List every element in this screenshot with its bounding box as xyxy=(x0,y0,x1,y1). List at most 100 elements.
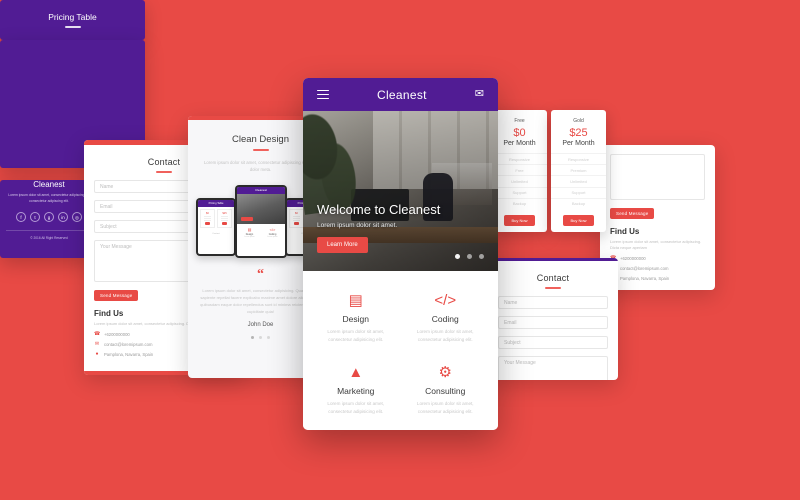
feature-item: Responsive xyxy=(492,153,547,164)
plan-price: $0 xyxy=(513,127,526,139)
feature-item: Responsive xyxy=(551,153,606,164)
feature-item: Premium xyxy=(551,164,606,175)
service-name: Consulting xyxy=(425,385,466,396)
app-title: Cleanest xyxy=(377,87,427,102)
panel-accent-bar xyxy=(488,258,618,261)
phone-center-label: Cleanest xyxy=(237,186,285,194)
hero-subheading: Lorem ipsum dolor sit amet. xyxy=(317,222,398,229)
plan-price: $25 xyxy=(569,127,588,139)
feature-item: Support xyxy=(551,186,606,198)
hero-slider-dots[interactable] xyxy=(455,254,484,259)
send-message-button[interactable]: Send Message xyxy=(610,208,655,219)
plan-features: Responsive Free Unlimited Support Backup xyxy=(492,153,547,209)
subject-field[interactable]: Subject xyxy=(498,336,608,349)
hamburger-icon[interactable] xyxy=(317,87,329,102)
feature-item: Backup xyxy=(492,197,547,209)
dot-3[interactable] xyxy=(267,336,270,340)
service-design: ▤ Design Lorem ipsum dolor sit amet, con… xyxy=(311,285,401,357)
service-coding: </> Coding Lorem ipsum dolor sit amet, c… xyxy=(401,285,491,357)
bar-chart-icon: ▲ xyxy=(348,363,364,381)
dot-1[interactable] xyxy=(251,336,254,340)
copyright: © 2016 All Right Reserved xyxy=(6,229,92,240)
footer-desc: Lorem ipsum dolor sit amet, consectetur … xyxy=(8,193,90,203)
phone-mockup-center: Cleanest ▤ Design Lorem ipsum </> Coding Lor… xyxy=(235,184,287,258)
name-field[interactable]: Name xyxy=(498,296,608,309)
find-us-title: Find Us xyxy=(610,227,640,236)
learn-more-button[interactable]: Learn More xyxy=(317,237,368,253)
send-message-button[interactable]: Send Message xyxy=(94,290,139,301)
title-underline xyxy=(252,149,269,151)
facebook-icon[interactable]: f xyxy=(16,211,26,222)
feature-item: Unlimited xyxy=(492,175,547,186)
service-name: Marketing xyxy=(337,385,375,396)
contact-panel-center: Contact Name Email Subject Your Message xyxy=(488,258,618,380)
instagram-icon[interactable]: ◎ xyxy=(72,211,82,222)
pricing-bar-title: Pricing Table xyxy=(48,12,97,22)
title-underline xyxy=(545,287,561,289)
email-value: contact@loremipsum.com xyxy=(620,265,669,271)
plan-label: Gold xyxy=(573,118,584,124)
app-header: Cleanest ✉ xyxy=(303,78,498,111)
find-us-desc: Lorem ipsum dolor sit amet, consectetur … xyxy=(610,239,702,250)
dot-2[interactable] xyxy=(259,336,262,340)
slider-dot-1[interactable] xyxy=(455,254,460,259)
mini-service: </> Coding Lorem ipsum xyxy=(267,226,278,238)
mockup-stage: Contact Name Email Subject Your Message … xyxy=(0,0,800,500)
linkedin-icon[interactable]: in xyxy=(58,211,68,222)
mini-price-card: $0 xyxy=(200,208,215,229)
title-underline xyxy=(156,171,172,173)
plan-period: Per Month xyxy=(503,140,536,147)
phone-value: +6200000000 xyxy=(104,331,130,337)
phone-left-label: Pricing Table xyxy=(198,199,234,207)
feature-item: Unlimited xyxy=(551,175,606,186)
phone-icon: ☎ xyxy=(94,331,101,337)
service-name: Design xyxy=(342,314,369,324)
service-desc: Lorem ipsum dolor sit amet, consectetur … xyxy=(416,400,474,414)
phone-value: +6200000000 xyxy=(620,255,646,261)
feature-item: Support xyxy=(492,186,547,198)
pricing-table-bar: Pricing Table xyxy=(0,0,145,40)
twitter-icon[interactable]: t xyxy=(30,211,40,222)
plan-label: Free xyxy=(514,118,525,124)
plan-features: Responsive Premium Unlimited Support Bac… xyxy=(551,153,606,209)
mini-service: ▤ Design Lorem ipsum xyxy=(244,226,255,238)
message-field[interactable]: Your Message xyxy=(498,356,608,380)
clean-design-desc: Lorem ipsum dolor sit amet, consectetur … xyxy=(204,160,317,173)
mini-price-card: $25 xyxy=(217,208,232,229)
buy-now-button[interactable]: Buy Now xyxy=(504,214,535,226)
google-plus-icon[interactable]: g xyxy=(44,211,54,222)
phone-row: ☎ +6200000000 xyxy=(610,255,705,261)
hero-section: Welcome to Cleanest Lorem ipsum dolor si… xyxy=(303,111,498,271)
service-desc: Lorem ipsum dolor sit amet, consectetur … xyxy=(327,329,385,343)
service-consulting: ⚙ Consulting Lorem ipsum dolor sit amet,… xyxy=(401,357,491,429)
hero-text: Welcome to Cleanest Lorem ipsum dolor si… xyxy=(317,202,440,253)
email-value: contact@loremipsum.com xyxy=(104,341,153,347)
buy-now-button[interactable]: Buy Now xyxy=(563,214,594,226)
find-us-section: Find Us Lorem ipsum dolor sit amet, cons… xyxy=(610,227,705,281)
phone-hero-image xyxy=(237,193,285,224)
envelope-icon[interactable]: ✉ xyxy=(475,89,484,100)
email-field[interactable]: Email xyxy=(498,316,608,329)
mini-price-card: $0 xyxy=(289,208,304,229)
contact-title: Contact xyxy=(536,273,570,283)
pricing-card-free: Free $0 Per Month Responsive Free Unlimi… xyxy=(492,110,547,232)
slider-dot-3[interactable] xyxy=(479,254,484,259)
laptop-icon: ▤ xyxy=(348,292,363,309)
main-app-screen: Cleanest ✉ Welcome to Cleanest Lorem ips… xyxy=(303,78,498,430)
address-value: Pamplona, Navarra, Spain xyxy=(620,275,670,281)
message-field[interactable] xyxy=(610,154,705,200)
pricing-card-gold: Gold $25 Per Month Responsive Premium Un… xyxy=(551,110,606,232)
map-pin-icon: ● xyxy=(95,351,99,357)
code-icon: </> xyxy=(434,292,457,309)
address-row: ● Pamplona, Navarra, Spain xyxy=(610,275,705,281)
service-marketing: ▲ Marketing Lorem ipsum dolor sit amet, … xyxy=(311,357,401,429)
service-desc: Lorem ipsum dolor sit amet, consectetur … xyxy=(327,400,385,414)
service-name: Coding xyxy=(431,314,459,324)
slider-dot-2[interactable] xyxy=(467,254,472,259)
service-desc: Lorem ipsum dolor sit amet, consectetur … xyxy=(416,329,474,343)
hero-heading: Welcome to Cleanest xyxy=(317,202,441,217)
feature-item: Backup xyxy=(551,197,606,209)
title-underline xyxy=(64,26,81,28)
envelope-icon: ✉ xyxy=(94,341,100,347)
services-section: ▤ Design Lorem ipsum dolor sit amet, con… xyxy=(303,271,498,430)
